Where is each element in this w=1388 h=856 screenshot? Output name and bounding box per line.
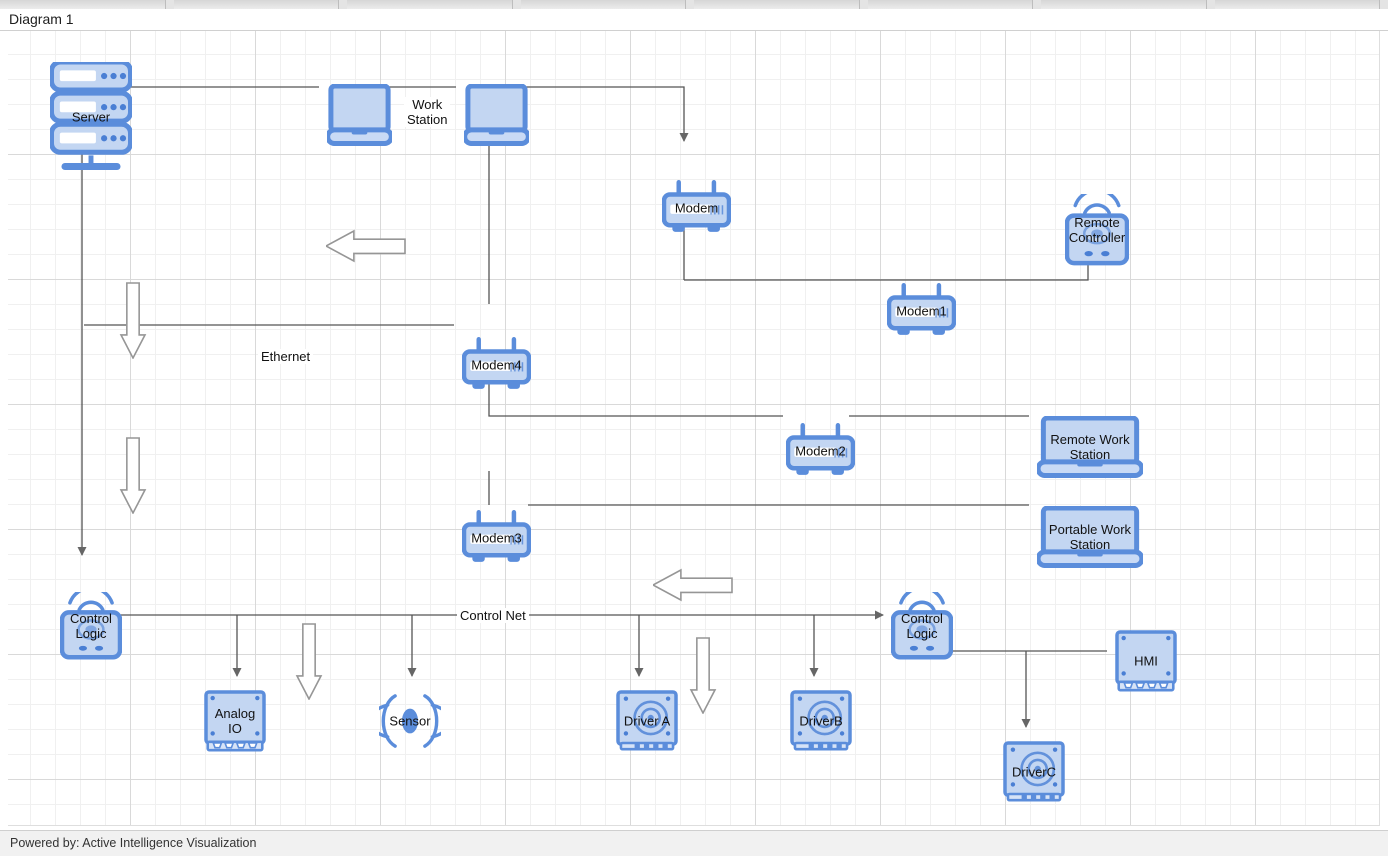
edge-label-ethernet: Ethernet	[258, 349, 314, 364]
status-bar: Powered by: Active Intelligence Visualiz…	[0, 830, 1388, 856]
node-ws2[interactable]	[464, 84, 529, 146]
edge-modem2-modem4	[484, 370, 783, 417]
block-arrow-down-mid2[interactable]	[689, 636, 717, 715]
diagram-application-window: Diagram 1 Server Modem Remote Controller…	[0, 0, 1388, 856]
node-ws1[interactable]	[327, 84, 392, 146]
node-server[interactable]: Server	[50, 62, 132, 172]
node-driverc[interactable]: DriverC	[1003, 741, 1065, 803]
edge-ws2-modem	[521, 86, 689, 142]
toolbar-tab-3[interactable]	[347, 0, 513, 9]
node-modem1[interactable]: Modem1	[887, 281, 956, 340]
edge-label-work-station: Work Station	[404, 97, 451, 127]
block-arrow-left-top[interactable]	[324, 229, 406, 263]
node-hmi[interactable]: HMI	[1115, 630, 1177, 692]
node-sensor[interactable]: Sensor	[379, 690, 441, 752]
toolbar-tab-5[interactable]	[694, 0, 860, 9]
toolbar-tab-7[interactable]	[1041, 0, 1207, 9]
toolbar-tab-6[interactable]	[867, 0, 1033, 9]
node-ctrllogic1[interactable]: Control Logic	[60, 592, 122, 660]
block-arrow-left-bottom[interactable]	[651, 568, 733, 602]
node-analogio[interactable]: Analog IO	[204, 690, 266, 752]
diagram-canvas[interactable]: Server Modem Remote Controller Modem1 Modem4…	[8, 31, 1380, 826]
edge-modem1-remotectl	[684, 232, 1093, 281]
toolbar-tab-2[interactable]	[173, 0, 339, 9]
toolbar-tab-4[interactable]	[520, 0, 686, 9]
node-drivera[interactable]: Driver A	[616, 690, 678, 752]
node-remotews[interactable]: Remote Work Station	[1037, 416, 1143, 478]
node-driverb[interactable]: DriverB	[790, 690, 852, 752]
node-remotectl[interactable]: Remote Controller	[1065, 194, 1129, 266]
title-bar: Diagram 1	[0, 9, 1388, 31]
node-modem3[interactable]: Modem3	[462, 508, 531, 567]
toolbar-tab-1[interactable]	[0, 0, 166, 9]
edge-label-control-net: Control Net	[457, 608, 529, 623]
node-portablews[interactable]: Portable Work Station	[1037, 506, 1143, 568]
node-modem[interactable]: Modem	[662, 178, 731, 237]
node-modem2[interactable]: Modem2	[786, 421, 855, 480]
block-arrow-down-upper[interactable]	[119, 281, 147, 360]
page-title: Diagram 1	[9, 11, 74, 27]
node-ctrllogic2[interactable]: Control Logic	[891, 592, 953, 660]
block-arrow-down-left2[interactable]	[295, 622, 323, 701]
node-modem4[interactable]: Modem4	[462, 335, 531, 394]
toolbar-strip[interactable]	[0, 0, 1388, 9]
powered-by-label: Powered by: Active Intelligence Visualiz…	[10, 836, 257, 850]
block-arrow-down-mid[interactable]	[119, 436, 147, 515]
toolbar-tab-8[interactable]	[1214, 0, 1380, 9]
